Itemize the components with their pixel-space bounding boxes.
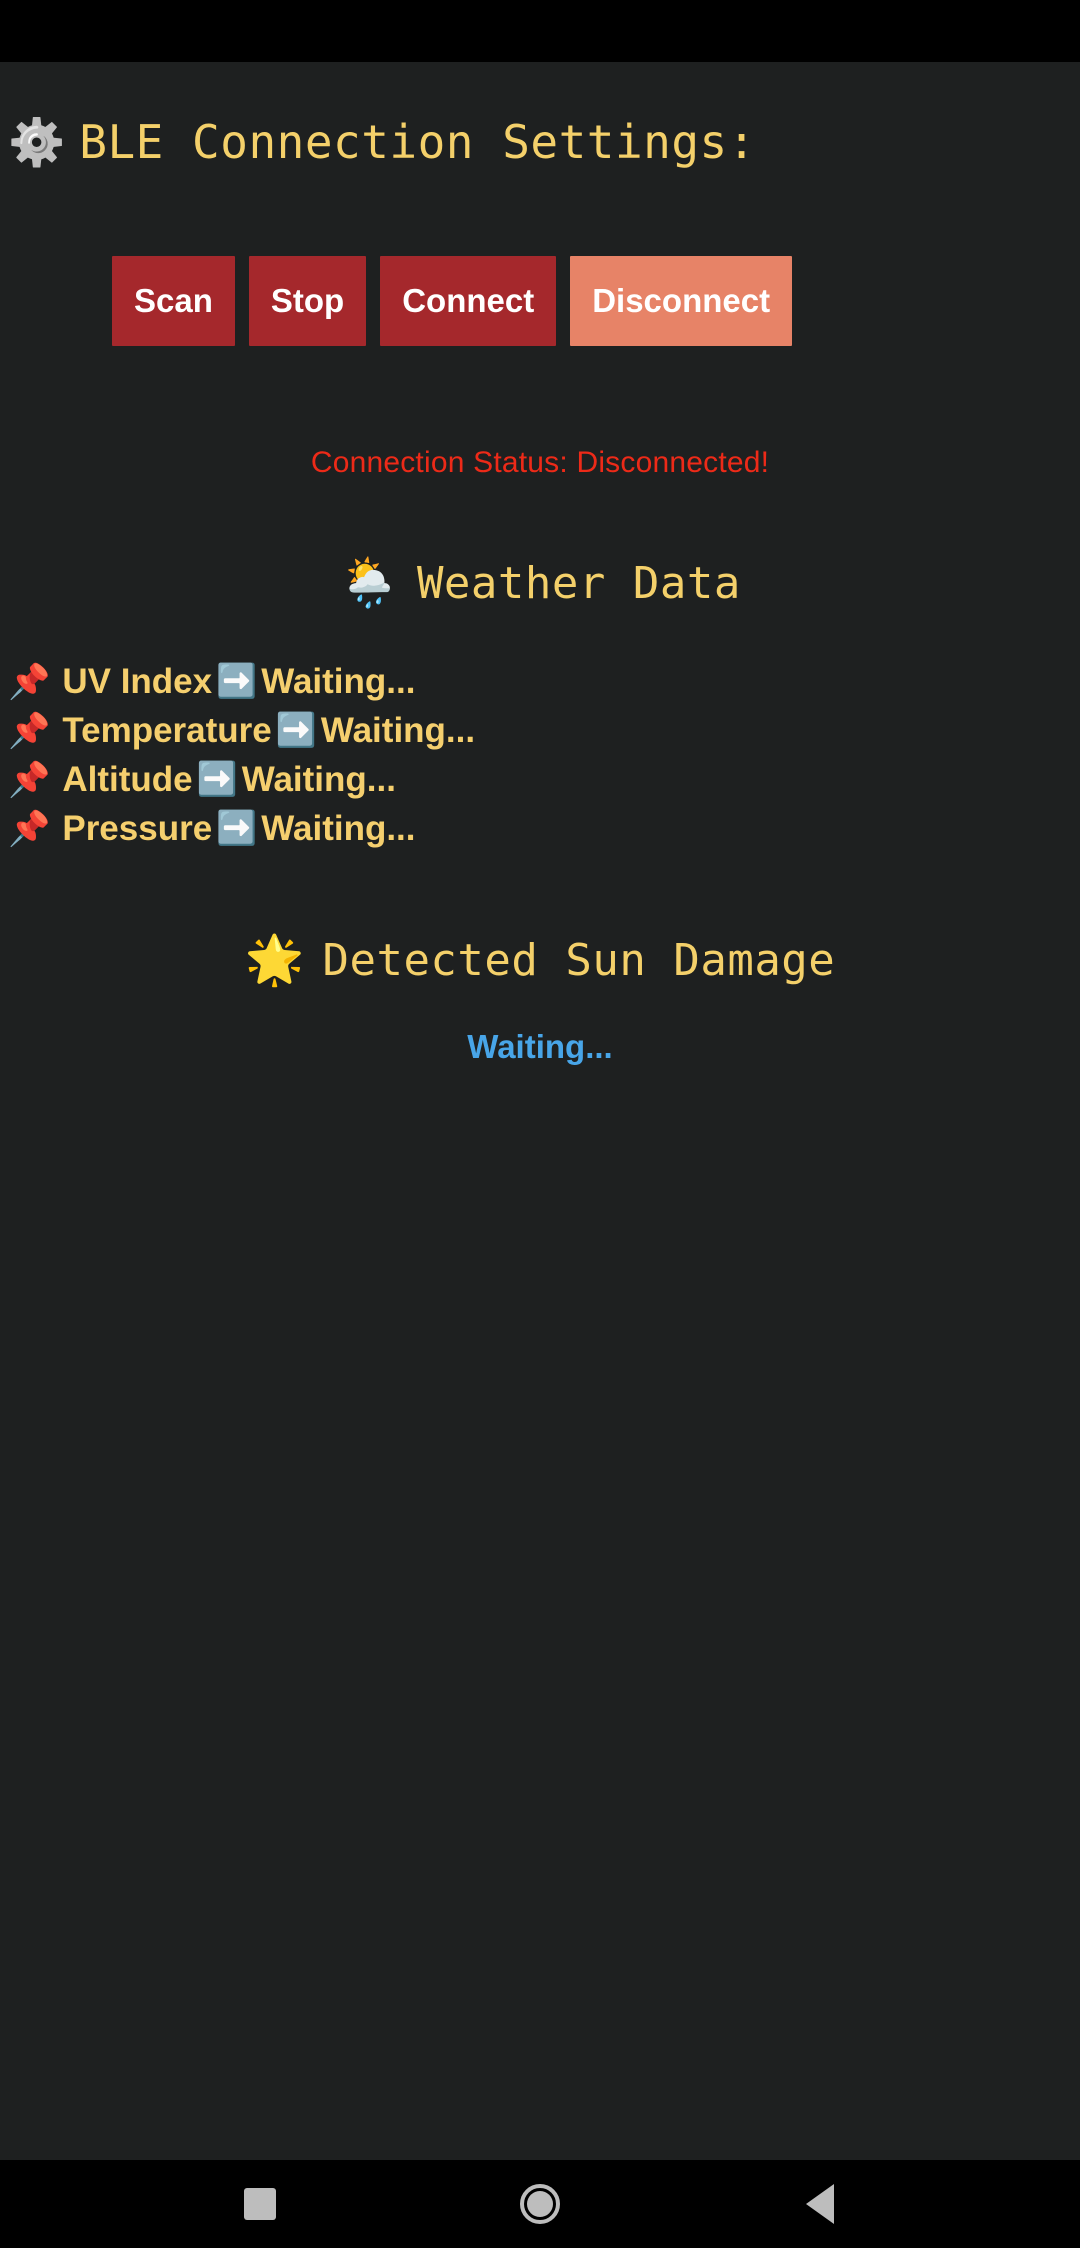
right-arrow-icon: ➡️ — [216, 809, 258, 846]
sun-behind-rain-cloud-icon: 🌦️ — [339, 556, 399, 610]
page-title: BLE Connection Settings: — [79, 115, 756, 169]
pushpin-icon: 📌 — [8, 809, 51, 848]
sun-damage-section: 🌟 Detected Sun Damage Waiting... — [0, 935, 1080, 1066]
ble-control-buttons: Scan Stop Connect Disconnect — [0, 256, 1080, 346]
pushpin-icon: 📌 — [8, 711, 51, 750]
list-item: 📌 Temperature ➡️ Waiting... — [8, 706, 1080, 755]
sun-icon: 🌟 — [244, 933, 305, 987]
pushpin-icon: 📌 — [8, 760, 51, 799]
stop-button[interactable]: Stop — [248, 256, 367, 346]
uv-index-label: UV Index — [62, 661, 213, 701]
system-status-bar — [0, 0, 1080, 62]
list-item: 📌 UV Index ➡️ Waiting... — [8, 657, 1080, 706]
temperature-value: Waiting... — [320, 710, 476, 750]
right-arrow-icon: ➡️ — [196, 760, 238, 797]
square-icon — [244, 2188, 276, 2220]
phone-screen: ⚙️ BLE Connection Settings: Scan Stop Co… — [0, 0, 1080, 2248]
pushpin-icon: 📌 — [8, 662, 51, 701]
triangle-icon — [806, 2184, 834, 2224]
back-button[interactable] — [775, 2160, 865, 2248]
app-content: ⚙️ BLE Connection Settings: Scan Stop Co… — [0, 62, 1080, 2160]
weather-heading-text: Weather Data — [416, 558, 741, 609]
connect-button[interactable]: Connect — [380, 256, 557, 346]
altitude-label: Altitude — [62, 759, 193, 799]
pressure-value: Waiting... — [261, 808, 416, 848]
temperature-label: Temperature — [62, 710, 272, 750]
altitude-value: Waiting... — [241, 759, 396, 799]
list-item: 📌 Altitude ➡️ Waiting... — [8, 755, 1080, 804]
weather-data-list: 📌 UV Index ➡️ Waiting... 📌 Temperature ➡… — [0, 657, 1080, 853]
connection-status-text: Connection Status: Disconnected! — [310, 446, 770, 479]
scan-button[interactable]: Scan — [112, 256, 235, 346]
list-item: 📌 Pressure ➡️ Waiting... — [8, 804, 1080, 853]
right-arrow-icon: ➡️ — [216, 662, 258, 699]
android-navigation-bar — [0, 2160, 1080, 2248]
pressure-label: Pressure — [62, 808, 213, 848]
recents-button[interactable] — [215, 2160, 305, 2248]
page-title-row: ⚙️ BLE Connection Settings: — [0, 104, 1080, 180]
gear-icon: ⚙️ — [8, 116, 66, 168]
sun-damage-value: Waiting... — [467, 1028, 613, 1065]
disconnect-button[interactable]: Disconnect — [570, 256, 793, 346]
sun-damage-heading: 🌟 Detected Sun Damage — [0, 935, 1080, 986]
sun-damage-heading-text: Detected Sun Damage — [322, 935, 836, 986]
home-button[interactable] — [495, 2160, 585, 2248]
weather-data-heading: 🌦️ Weather Data — [0, 558, 1080, 609]
circle-icon — [520, 2184, 560, 2224]
uv-index-value: Waiting... — [261, 661, 416, 701]
right-arrow-icon: ➡️ — [275, 711, 317, 748]
